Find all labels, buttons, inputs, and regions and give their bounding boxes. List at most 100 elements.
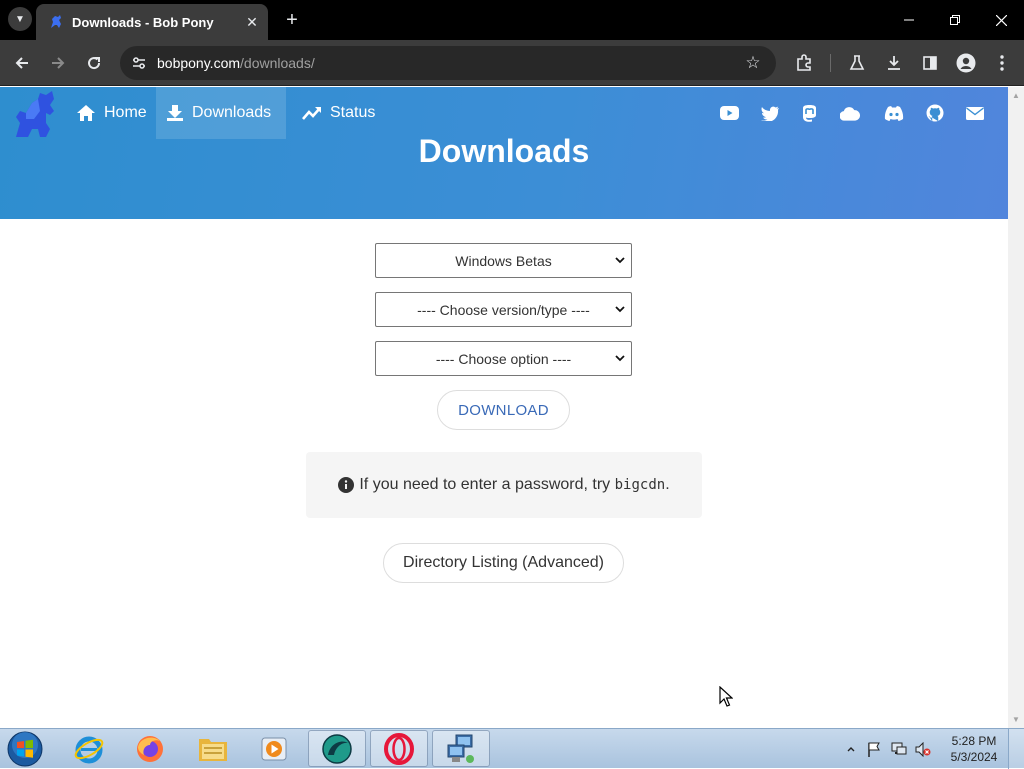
tune-icon — [133, 57, 145, 69]
more-vertical-icon — [1000, 55, 1004, 71]
download-button[interactable]: DOWNLOAD — [437, 390, 570, 430]
mastodon-link[interactable] — [799, 104, 819, 122]
flag-icon — [868, 742, 880, 757]
side-panel-button[interactable] — [916, 49, 944, 77]
url-text: bobpony.com/downloads/ — [157, 55, 315, 71]
internet-explorer-icon — [74, 736, 104, 763]
nav-status-label: Status — [330, 104, 376, 121]
bobpony-favicon-icon — [51, 15, 61, 28]
bookmark-star-icon[interactable]: ☆ — [740, 50, 766, 76]
download-tray-icon — [888, 56, 900, 70]
trending-up-icon — [302, 107, 321, 120]
new-tab-button[interactable]: + — [280, 8, 304, 32]
password-info-box: If you need to enter a password, try big… — [306, 452, 702, 518]
clock-date: 5/3/2024 — [950, 750, 998, 764]
taskbar-file-explorer[interactable] — [184, 730, 242, 767]
nav-home-label: Home — [104, 104, 147, 121]
clock-time: 5:28 PM — [951, 734, 997, 748]
action-center-tray[interactable] — [866, 741, 882, 757]
taskbar-clock[interactable]: 5:28 PM 5/3/2024 — [944, 733, 1004, 765]
back-button[interactable] — [8, 49, 36, 77]
directory-listing-button[interactable]: Directory Listing (Advanced) — [383, 543, 624, 583]
reload-button[interactable] — [80, 49, 108, 77]
labs-button[interactable] — [843, 49, 871, 77]
page-scrollbar[interactable]: ▲ ▼ — [1008, 87, 1024, 728]
github-link[interactable] — [925, 104, 945, 122]
category-select[interactable]: Windows Betas — [375, 243, 632, 278]
tab-close-icon[interactable]: ✕ — [240, 10, 264, 34]
chevron-down-icon — [615, 355, 625, 362]
tab-title: Downloads - Bob Pony — [72, 14, 214, 30]
network-app-icon — [447, 734, 474, 763]
minimize-button[interactable] — [886, 0, 932, 40]
youtube-link[interactable] — [719, 104, 739, 122]
browser-menu-button[interactable] — [988, 49, 1016, 77]
youtube-icon — [719, 106, 739, 120]
option-select[interactable]: ---- Choose option ---- — [375, 341, 632, 376]
nav-status[interactable]: Status — [292, 87, 385, 139]
taskbar-firefox[interactable] — [121, 730, 179, 767]
site-info-button[interactable] — [126, 50, 152, 76]
side-panel-icon — [923, 56, 937, 70]
show-desktop-button[interactable] — [1008, 729, 1024, 769]
email-link[interactable] — [965, 104, 985, 122]
tab-search-button[interactable]: ▼ — [8, 7, 32, 31]
puzzle-icon — [797, 54, 811, 71]
version-select-value: ---- Choose version/type ---- — [417, 301, 590, 318]
scroll-up-icon[interactable]: ▲ — [1012, 91, 1020, 100]
address-bar[interactable]: bobpony.com/downloads/ ☆ — [120, 46, 776, 80]
download-icon — [167, 105, 183, 121]
info-text: If you need to enter a password, try — [359, 476, 615, 493]
password-code: bigcdn — [614, 477, 666, 493]
taskbar-internet-explorer[interactable] — [60, 730, 118, 767]
show-hidden-icons-button[interactable] — [843, 741, 859, 757]
profile-avatar-icon — [956, 53, 976, 73]
twitter-link[interactable] — [760, 104, 780, 122]
extensions-button[interactable] — [790, 49, 818, 77]
taskbar-media-player[interactable] — [245, 730, 303, 767]
mastodon-icon — [802, 104, 816, 122]
browser-toolbar: bobpony.com/downloads/ ☆ — [0, 40, 1024, 86]
close-icon — [995, 14, 1007, 26]
nav-downloads[interactable]: Downloads — [156, 87, 286, 139]
mouse-cursor-icon — [719, 686, 733, 707]
taskbar-app[interactable] — [308, 730, 366, 767]
forward-button[interactable] — [44, 49, 72, 77]
mail-icon — [966, 106, 984, 120]
cloud-link[interactable] — [840, 104, 860, 122]
forward-arrow-icon — [52, 57, 65, 69]
flask-icon — [849, 55, 865, 70]
profile-button[interactable] — [952, 49, 980, 77]
chevron-down-icon — [615, 257, 625, 264]
start-button[interactable] — [6, 730, 44, 768]
page-viewport: Home Downloads Status Downloads Windows … — [0, 87, 1008, 728]
info-suffix: . — [665, 476, 670, 493]
app-icon — [322, 733, 352, 764]
minimize-icon — [904, 19, 914, 21]
hero-header: Home Downloads Status Downloads — [0, 87, 1008, 219]
scroll-down-icon[interactable]: ▼ — [1012, 715, 1020, 724]
chevron-down-icon — [615, 306, 625, 313]
reload-icon — [88, 57, 101, 70]
info-circle-icon — [338, 477, 355, 493]
browser-tab[interactable]: Downloads - Bob Pony ✕ — [36, 4, 268, 40]
discord-link[interactable] — [884, 104, 904, 122]
volume-tray[interactable] — [915, 741, 931, 757]
browser-tab-bar: ▼ Downloads - Bob Pony ✕ + — [0, 0, 1024, 40]
network-tray[interactable] — [891, 741, 907, 757]
taskbar-network-app[interactable] — [432, 730, 490, 767]
version-select[interactable]: ---- Choose version/type ---- — [375, 292, 632, 327]
back-arrow-icon — [15, 57, 28, 69]
toolbar-separator — [830, 54, 831, 72]
chevron-up-icon — [847, 747, 855, 752]
taskbar-opera[interactable] — [370, 730, 428, 767]
close-window-button[interactable] — [978, 0, 1024, 40]
windows-taskbar: 5:28 PM 5/3/2024 — [0, 728, 1024, 769]
discord-icon — [884, 105, 904, 121]
nav-home[interactable]: Home — [66, 87, 157, 139]
option-select-value: ---- Choose option ---- — [435, 350, 572, 367]
downloads-button[interactable] — [880, 49, 908, 77]
home-icon — [77, 105, 95, 121]
restore-button[interactable] — [932, 0, 978, 40]
url-host: bobpony.com — [157, 55, 241, 71]
